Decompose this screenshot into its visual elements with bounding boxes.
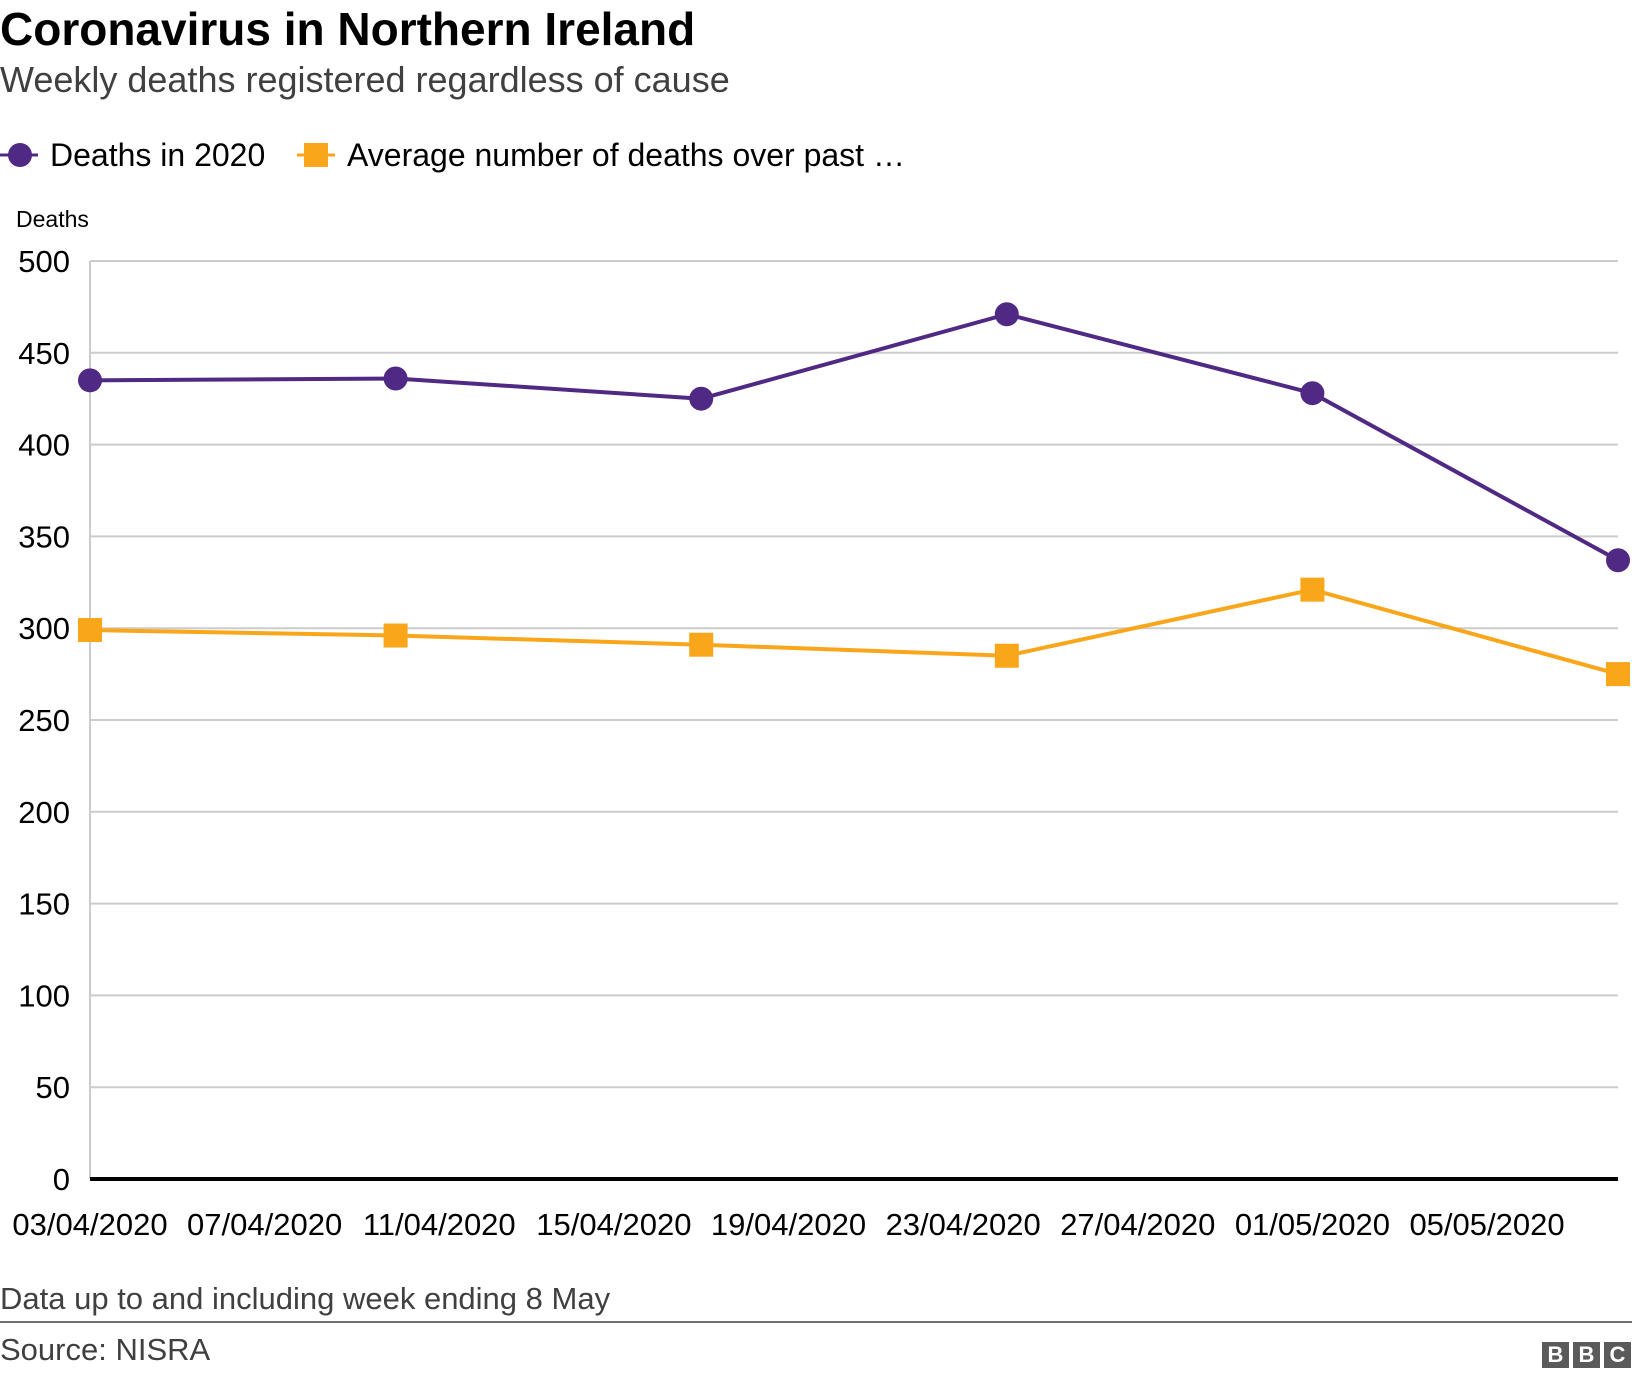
y-tick-label: 350	[18, 519, 70, 554]
series-line	[89, 312, 1619, 563]
series-average	[78, 577, 1630, 687]
bbc-logo-letter: C	[1604, 1342, 1631, 1368]
data-point	[1606, 548, 1630, 573]
data-point	[1300, 381, 1325, 406]
y-tick-label: 250	[18, 703, 70, 738]
y-tick-label: 200	[18, 795, 70, 830]
y-axis-ticks: 0 50 100 150 200 250 300 350 400 450 500	[18, 244, 70, 1197]
x-tick-label: 15/04/2020	[536, 1207, 691, 1242]
data-point	[383, 623, 408, 648]
data-point	[689, 386, 714, 411]
data-point	[994, 643, 1019, 668]
x-tick-label: 05/05/2020	[1409, 1207, 1564, 1242]
data-point	[1300, 577, 1325, 602]
source-text: Source: NISRA	[0, 1332, 211, 1367]
y-tick-label: 300	[18, 611, 70, 646]
x-tick-label: 27/04/2020	[1060, 1207, 1215, 1242]
data-point	[383, 366, 408, 391]
footer-divider	[0, 1321, 1632, 1323]
y-tick-label: 0	[53, 1162, 70, 1197]
data-point	[78, 368, 102, 393]
y-tick-label: 450	[18, 336, 70, 371]
y-tick-label: 400	[18, 428, 70, 463]
data-point	[1606, 662, 1630, 687]
data-point	[689, 632, 714, 657]
x-tick-label: 07/04/2020	[187, 1207, 342, 1242]
footnote: Data up to and including week ending 8 M…	[0, 1281, 611, 1316]
x-tick-label: 19/04/2020	[711, 1207, 866, 1242]
data-point	[78, 618, 102, 643]
x-tick-label: 03/04/2020	[12, 1207, 167, 1242]
bbc-logo-letter: B	[1542, 1342, 1569, 1368]
bbc-logo: B B C	[1542, 1342, 1631, 1368]
series-line	[89, 587, 1619, 677]
x-tick-label: 01/05/2020	[1235, 1207, 1390, 1242]
gridlines	[89, 260, 1618, 1181]
x-tick-label: 23/04/2020	[886, 1207, 1041, 1242]
y-tick-label: 150	[18, 887, 70, 922]
line-chart: Deaths 0 50 100 150 200 250 300 350 400 450 500 03…	[12, 206, 1630, 1242]
y-tick-label: 100	[18, 978, 70, 1013]
bbc-logo-letter: B	[1573, 1342, 1600, 1368]
x-tick-label: 11/04/2020	[363, 1207, 516, 1242]
series-deaths-2020	[78, 302, 1630, 573]
data-point	[994, 302, 1019, 327]
y-tick-label: 50	[36, 1070, 70, 1105]
y-axis-label: Deaths	[16, 206, 89, 232]
x-axis-ticks: 03/04/2020 07/04/2020 11/04/2020 15/04/2020…	[12, 1207, 1564, 1242]
y-tick-label: 500	[18, 244, 70, 279]
